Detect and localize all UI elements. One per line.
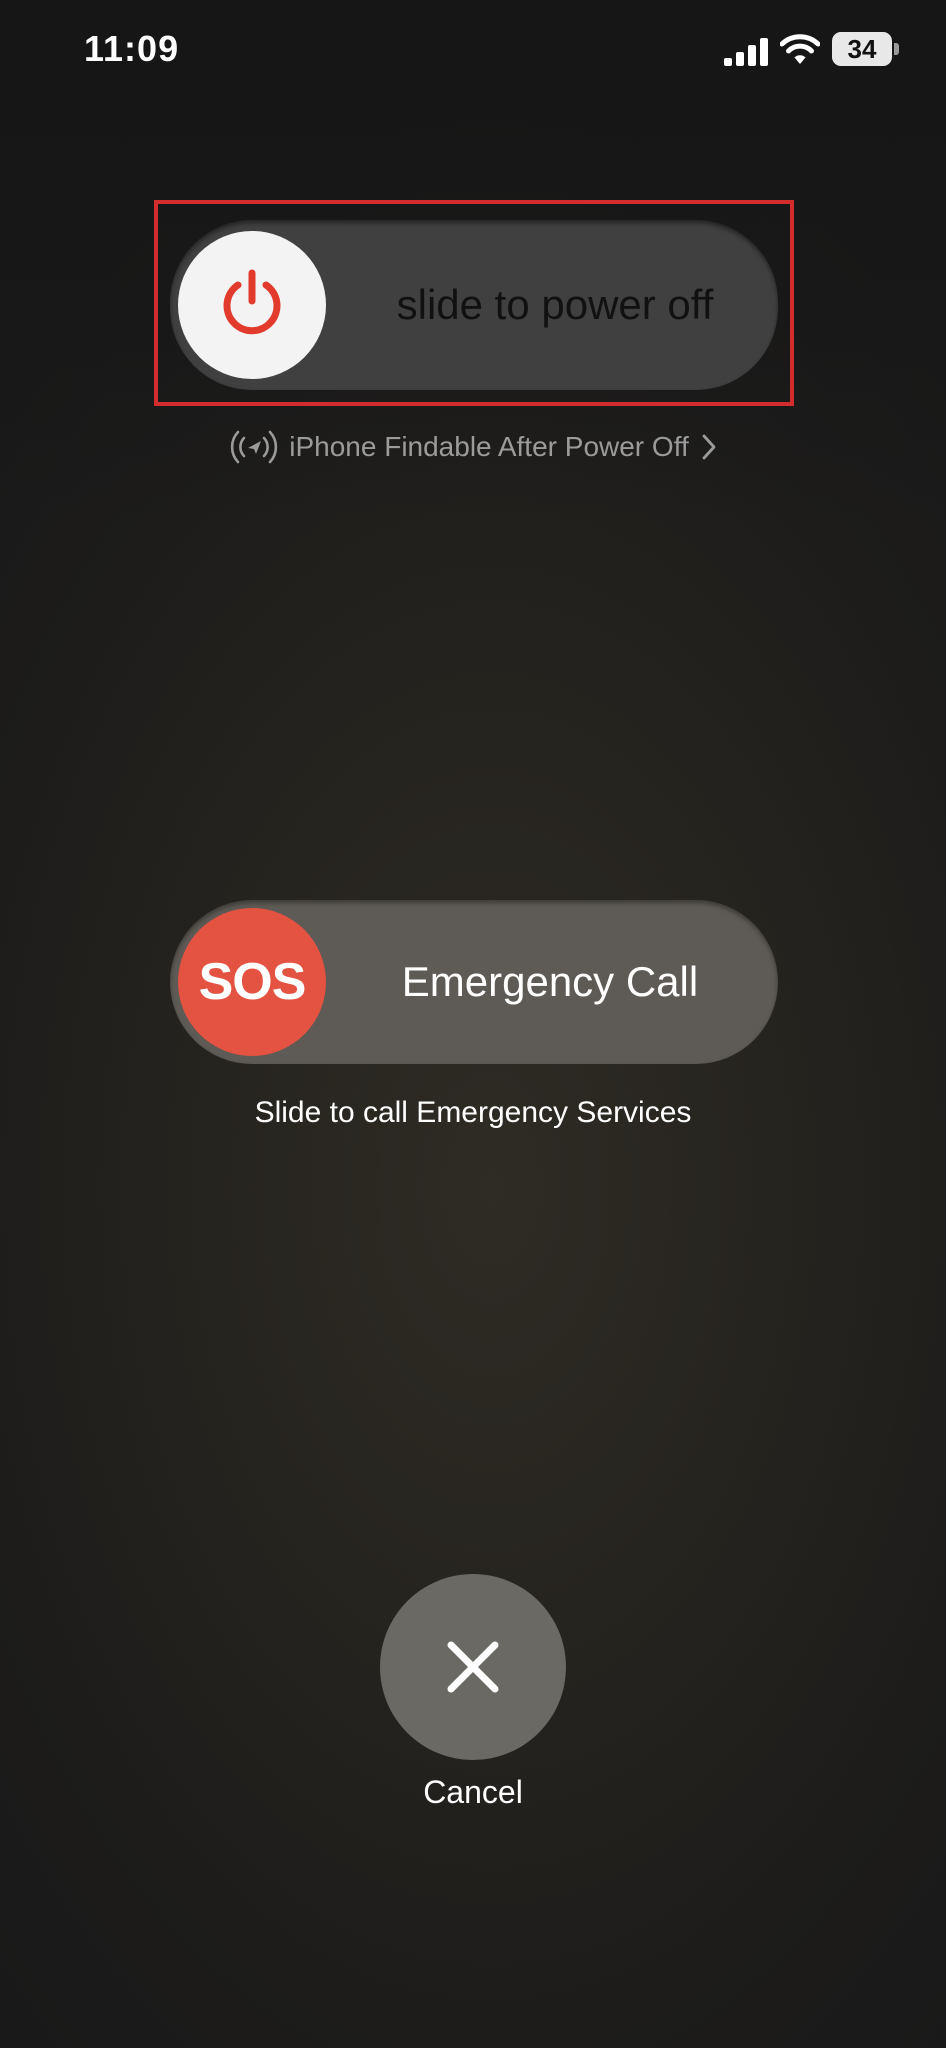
cancel-button[interactable] — [380, 1574, 566, 1760]
power-icon — [223, 269, 281, 335]
emergency-caption: Slide to call Emergency Services — [254, 1096, 692, 1129]
power-off-label: slide to power off — [396, 281, 714, 328]
wifi-icon — [780, 34, 820, 64]
power-off-slider[interactable]: slide to power off — [170, 220, 778, 390]
cancel-label: Cancel — [423, 1774, 523, 1810]
battery-level: 34 — [847, 34, 877, 64]
cellular-signal-icon — [724, 38, 768, 66]
power-off-knob[interactable] — [178, 231, 326, 379]
sos-knob[interactable]: SOS — [178, 908, 326, 1056]
status-bar: 11:09 34 — [0, 0, 946, 110]
chevron-right-icon — [702, 434, 716, 460]
battery-icon: 34 — [832, 32, 900, 66]
emergency-call-slider[interactable]: SOS Emergency Call — [170, 900, 778, 1064]
sos-knob-label: SOS — [198, 953, 307, 1011]
status-time: 11:09 — [84, 28, 180, 69]
findable-after-power-off-link[interactable]: iPhone Findable After Power Off — [0, 420, 946, 470]
close-icon — [447, 1641, 499, 1693]
emergency-call-label: Emergency Call — [401, 958, 699, 1005]
find-my-icon — [231, 430, 278, 463]
findable-label: iPhone Findable After Power Off — [289, 430, 689, 462]
